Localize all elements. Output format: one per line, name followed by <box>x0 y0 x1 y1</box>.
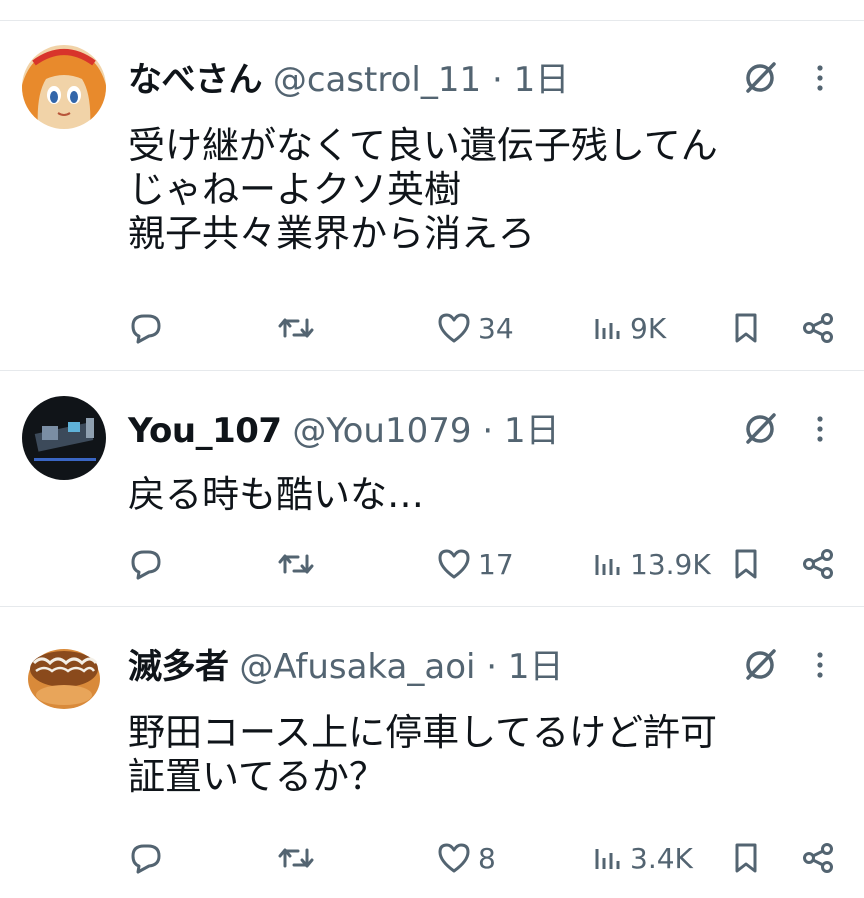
views-button[interactable]: 13.9K <box>592 542 711 586</box>
tweet-header: You_107 @You1079 · 1日 <box>128 409 560 453</box>
heart-icon <box>436 546 472 582</box>
retweet-icon <box>276 840 316 876</box>
reply-icon <box>128 840 164 876</box>
display-name[interactable]: 滅多者 <box>128 647 229 687</box>
grok-icon[interactable] <box>740 58 780 98</box>
bookmark-icon <box>730 546 762 582</box>
share-button[interactable] <box>800 836 836 880</box>
user-handle[interactable]: @You1079 <box>292 411 471 451</box>
heart-icon <box>436 840 472 876</box>
display-name[interactable]: You_107 <box>128 411 282 451</box>
view-count: 9K <box>630 311 667 345</box>
share-button[interactable] <box>800 542 836 586</box>
separator-dot: · <box>491 60 503 100</box>
retweet-icon <box>276 310 316 346</box>
like-button[interactable]: 34 <box>436 306 514 350</box>
tweet-text-line: 戻る時も酷いな… <box>128 473 424 516</box>
tweet-text-line: 親子共々業界から消えろ <box>128 212 535 255</box>
like-button[interactable]: 8 <box>436 836 496 880</box>
like-button[interactable]: 17 <box>436 542 514 586</box>
views-icon <box>592 546 624 582</box>
tweet-text: 受け継がなくて良い遺伝子残してん じゃねーよクソ英樹 親子共々業界から消えろ <box>128 124 718 256</box>
more-icon[interactable] <box>812 645 828 685</box>
tweet[interactable]: なべさん @castrol_11 · 1日 受け継がなくて良い遺伝子残してん じ… <box>0 0 864 370</box>
view-count: 13.9K <box>630 547 711 581</box>
like-count: 17 <box>478 547 514 581</box>
share-icon <box>800 310 836 346</box>
action-bar: 8 3.4K <box>0 836 864 880</box>
retweet-icon <box>276 546 316 582</box>
reply-icon <box>128 546 164 582</box>
bookmark-button[interactable] <box>730 306 762 350</box>
heart-icon <box>436 310 472 346</box>
action-bar: 17 13.9K <box>0 542 864 586</box>
bookmark-icon <box>730 840 762 876</box>
views-icon <box>592 840 624 876</box>
separator-dot: · <box>482 411 494 451</box>
retweet-button[interactable] <box>276 306 316 350</box>
share-button[interactable] <box>800 306 836 350</box>
avatar[interactable] <box>22 396 106 480</box>
views-button[interactable]: 9K <box>592 306 666 350</box>
tweet-header: 滅多者 @Afusaka_aoi · 1日 <box>128 645 564 689</box>
timestamp[interactable]: 1日 <box>514 60 570 100</box>
user-handle[interactable]: @Afusaka_aoi <box>239 647 475 687</box>
tweet-text-line: 野田コース上に停車してるけど許可 <box>128 711 718 754</box>
tweet-text-line: 証置いてるか？ <box>128 755 386 798</box>
share-icon <box>800 546 836 582</box>
grok-icon[interactable] <box>740 645 780 685</box>
view-count: 3.4K <box>630 841 693 875</box>
bookmark-button[interactable] <box>730 542 762 586</box>
more-icon[interactable] <box>812 409 828 449</box>
separator-dot: · <box>486 647 498 687</box>
avatar[interactable] <box>22 633 106 717</box>
tweet[interactable]: You_107 @You1079 · 1日 戻る時も酷いな… 17 13.9K <box>0 371 864 605</box>
retweet-button[interactable] <box>276 836 316 880</box>
reply-button[interactable] <box>128 306 164 350</box>
tweet-text-line: じゃねーよクソ英樹 <box>128 168 461 211</box>
retweet-button[interactable] <box>276 542 316 586</box>
user-handle[interactable]: @castrol_11 <box>273 60 481 100</box>
reply-icon <box>128 310 164 346</box>
avatar[interactable] <box>22 45 106 129</box>
views-icon <box>592 310 624 346</box>
action-bar: 34 9K <box>0 306 864 350</box>
grok-icon[interactable] <box>740 409 780 449</box>
bookmark-icon <box>730 310 762 346</box>
like-count: 34 <box>478 311 514 345</box>
tweet-text: 戻る時も酷いな… <box>128 473 424 517</box>
tweet-header: なべさん @castrol_11 · 1日 <box>128 58 569 102</box>
tweet-text-line: 受け継がなくて良い遺伝子残してん <box>128 124 718 167</box>
views-button[interactable]: 3.4K <box>592 836 693 880</box>
timestamp[interactable]: 1日 <box>508 647 564 687</box>
more-icon[interactable] <box>812 58 828 98</box>
display-name[interactable]: なべさん <box>128 60 263 100</box>
tweet[interactable]: 滅多者 @Afusaka_aoi · 1日 野田コース上に停車してるけど許可 証… <box>0 607 864 898</box>
like-count: 8 <box>478 841 496 875</box>
reply-button[interactable] <box>128 836 164 880</box>
share-icon <box>800 840 836 876</box>
tweet-text: 野田コース上に停車してるけど許可 証置いてるか？ <box>128 711 717 799</box>
reply-button[interactable] <box>128 542 164 586</box>
bookmark-button[interactable] <box>730 836 762 880</box>
timestamp[interactable]: 1日 <box>504 411 560 451</box>
